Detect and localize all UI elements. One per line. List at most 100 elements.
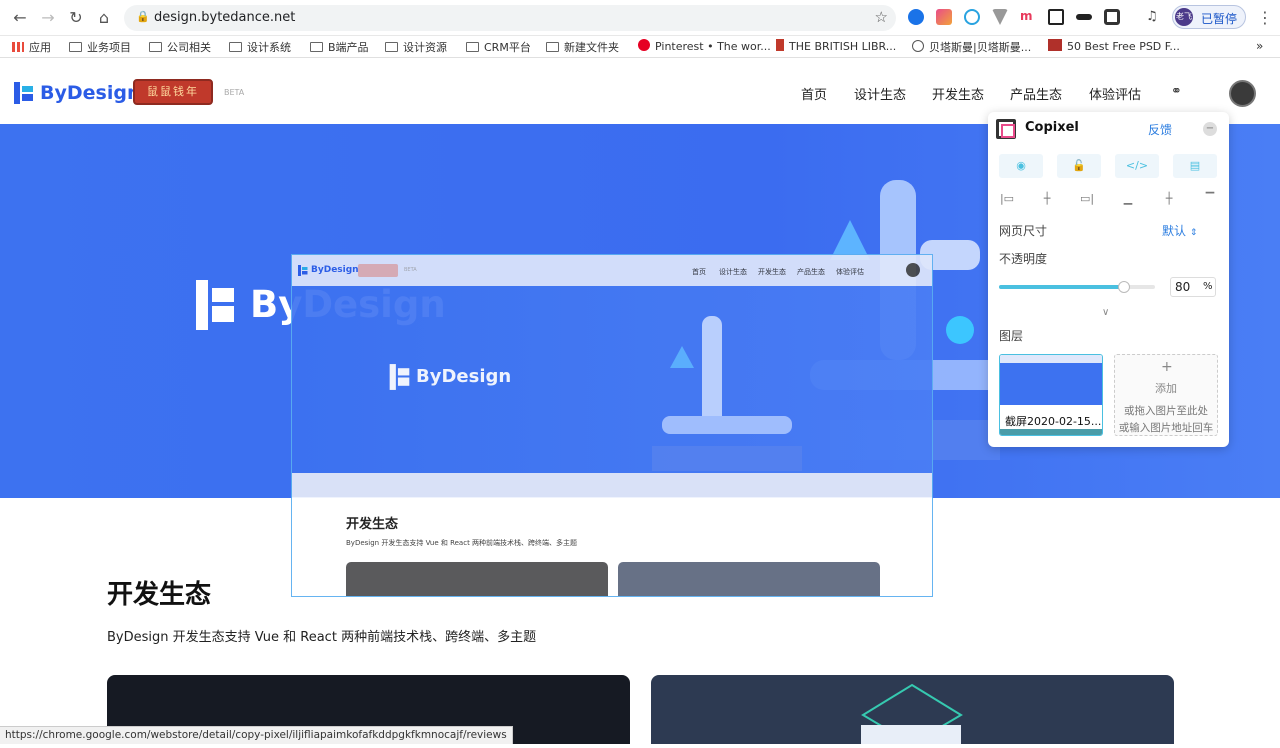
forward-icon[interactable]: → xyxy=(38,8,58,28)
bookmarks-bar: 应用 业务项目 公司相关 设计系统 B端产品 设计资源 CRM平台 新建文件夹 … xyxy=(0,36,1280,58)
overlay-section-title: 开发生态 xyxy=(346,517,399,532)
nav-home[interactable]: 首页 xyxy=(801,84,827,103)
extension-icon[interactable] xyxy=(992,9,1008,25)
layer-name: 截屏2020-02-15... xyxy=(1005,415,1102,428)
address-bar[interactable]: 🔒 design.bytedance.net ☆ xyxy=(124,5,896,31)
media-control-icon[interactable]: ♫ xyxy=(1146,9,1162,25)
bookmark-item[interactable]: CRM平台 xyxy=(466,39,531,55)
bookmark-item[interactable]: 新建文件夹 xyxy=(546,39,619,55)
react-card[interactable] xyxy=(651,675,1174,746)
align-center-h-icon[interactable]: ┼ xyxy=(1036,192,1058,205)
nav-design-ecosystem[interactable]: 设计生态 xyxy=(854,84,906,103)
folder-icon xyxy=(310,42,323,52)
layout-icon[interactable]: ▤ xyxy=(1173,154,1217,178)
nav-product-ecosystem[interactable]: 产品生态 xyxy=(1010,84,1062,103)
bookmark-label: 贝塔斯曼|贝塔斯曼... xyxy=(929,41,1032,54)
extension-icon[interactable]: m xyxy=(1020,9,1036,25)
eye-toggle-icon[interactable]: ◉ xyxy=(999,154,1043,178)
bookmark-label: B端产品 xyxy=(328,41,369,54)
glasses-extension-icon[interactable] xyxy=(1076,14,1092,20)
bookmark-item[interactable]: Pinterest • The wor... xyxy=(638,39,771,55)
site-logo[interactable]: ByDesign xyxy=(40,82,140,104)
cube-extension-icon[interactable] xyxy=(1048,9,1064,25)
profile-button[interactable]: 老飞 已暂停 xyxy=(1172,5,1246,29)
more-bookmarks-icon[interactable]: » xyxy=(1256,39,1263,55)
overlay-strip xyxy=(292,473,932,497)
copixel-logo-icon xyxy=(996,119,1016,139)
overlay-nav-item: 开发生态 xyxy=(758,268,786,276)
lock-toggle-icon[interactable]: 🔓 xyxy=(1057,154,1101,178)
opacity-input[interactable]: 80 % xyxy=(1170,277,1216,297)
back-icon[interactable]: ← xyxy=(10,8,30,28)
british-library-icon xyxy=(776,39,784,51)
nav-dev-ecosystem[interactable]: 开发生态 xyxy=(932,84,984,103)
overlay-pipes-illustration xyxy=(652,316,802,471)
folder-icon xyxy=(229,42,242,52)
overlay-hero-text: ByDesign xyxy=(416,366,512,387)
overlay-logo-mark xyxy=(298,265,308,276)
bookmark-item[interactable]: 50 Best Free PSD F... xyxy=(1048,39,1180,55)
opacity-value: 80 xyxy=(1175,280,1191,294)
bookmark-label: 50 Best Free PSD F... xyxy=(1067,40,1180,53)
address-url[interactable]: design.bytedance.net xyxy=(154,10,295,25)
add-hint: 或拖入图片至此处 xyxy=(1124,405,1208,417)
chevron-down-icon[interactable]: ∨ xyxy=(1102,307,1109,318)
home-icon[interactable]: ⌂ xyxy=(94,8,114,28)
more-menu-icon[interactable]: ⋮ xyxy=(1257,8,1273,27)
nav-experience-eval[interactable]: 体验评估 xyxy=(1089,84,1141,103)
beta-label: BETA xyxy=(224,88,245,97)
opacity-slider[interactable] xyxy=(999,281,1155,293)
bookmark-label: Pinterest • The wor... xyxy=(655,40,771,53)
overlay-nav-item: 体验评估 xyxy=(836,268,864,276)
select-arrows-icon: ⇕ xyxy=(1189,228,1198,238)
align-center-v-icon[interactable]: ┼ xyxy=(1158,192,1180,205)
bookmark-item[interactable]: 贝塔斯曼|贝塔斯曼... xyxy=(912,39,1031,55)
page-size-label: 网页尺寸 xyxy=(999,224,1048,238)
page-size-select[interactable]: 默认 ⇕ xyxy=(1162,222,1197,239)
user-avatar[interactable] xyxy=(1229,80,1256,107)
copixel-overlay-image[interactable]: ByDesign BETA 首页 设计生态 开发生态 产品生态 体验评估 ByD… xyxy=(291,254,933,597)
layer-controls[interactable] xyxy=(1000,429,1102,435)
reload-icon[interactable]: ↻ xyxy=(66,8,86,28)
bookmark-item[interactable]: 应用 xyxy=(12,39,51,55)
bookmark-label: 新建文件夹 xyxy=(564,41,619,54)
card-illustration xyxy=(861,683,963,746)
headset-icon[interactable]: ⚭ xyxy=(1171,84,1182,99)
bookmark-label: THE BRITISH LIBR... xyxy=(789,40,897,53)
bookmark-item[interactable]: 业务项目 xyxy=(69,39,131,55)
code-icon[interactable]: </> xyxy=(1115,154,1159,178)
hero-logo-mark xyxy=(196,280,234,330)
copixel-extension-icon[interactable] xyxy=(1104,9,1120,25)
feedback-link[interactable]: 反馈 xyxy=(1148,121,1172,138)
overlay-beta: BETA xyxy=(404,267,417,273)
copixel-title: Copixel xyxy=(1025,120,1079,135)
bookmark-label: 公司相关 xyxy=(167,41,211,54)
apps-grid-icon xyxy=(12,42,24,52)
bookmark-star-icon[interactable]: ☆ xyxy=(875,8,888,26)
layer-thumbnail[interactable]: 截屏2020-02-15... xyxy=(999,354,1103,436)
section-title: 开发生态 xyxy=(107,580,212,610)
align-right-icon[interactable]: ▭| xyxy=(1076,192,1098,205)
bookmark-item[interactable]: THE BRITISH LIBR... xyxy=(776,39,896,55)
align-top-icon[interactable]: ▔ xyxy=(1199,192,1221,205)
extension-icon[interactable] xyxy=(908,9,924,25)
search-extension-icon[interactable] xyxy=(964,9,980,25)
folder-icon xyxy=(546,42,559,52)
bookmark-item[interactable]: B端产品 xyxy=(310,39,369,55)
extension-icon[interactable] xyxy=(936,9,952,25)
align-bottom-icon[interactable]: ▁ xyxy=(1117,192,1139,205)
opacity-slider-knob[interactable] xyxy=(1117,281,1130,293)
plus-icon: + xyxy=(1161,359,1173,375)
bookmark-item[interactable]: 设计资源 xyxy=(385,39,447,55)
psd-icon xyxy=(1048,39,1062,51)
opacity-unit: % xyxy=(1203,281,1213,292)
overlay-badge xyxy=(358,264,398,277)
minimize-icon[interactable]: − xyxy=(1203,122,1217,136)
bookmark-item[interactable]: 设计系统 xyxy=(229,39,291,55)
add-layer-dropzone[interactable]: + 添加 或拖入图片至此处 或输入图片地址回车 xyxy=(1114,354,1218,436)
bookmark-item[interactable]: 公司相关 xyxy=(149,39,211,55)
overlay-section-description: ByDesign 开发生态支持 Vue 和 React 两种前端技术栈、跨终端、… xyxy=(346,539,578,547)
overlay-card xyxy=(346,562,608,596)
bydesign-logo-mark[interactable] xyxy=(14,80,34,106)
align-left-icon[interactable]: |▭ xyxy=(996,192,1018,205)
